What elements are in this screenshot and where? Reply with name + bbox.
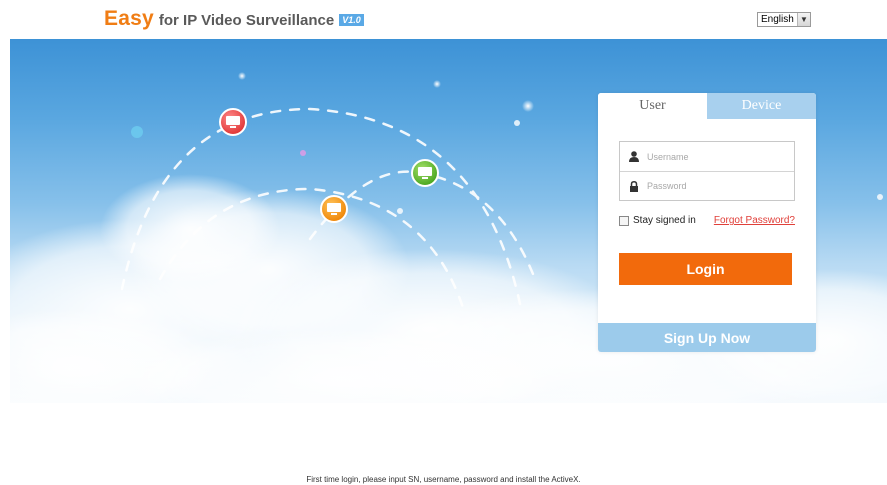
login-page: Easy for IP Video Surveillance V1.0 Engl… <box>0 0 887 485</box>
tab-user[interactable]: User <box>598 93 707 119</box>
password-row <box>620 171 794 200</box>
logo-title: for IP Video Surveillance <box>158 12 335 29</box>
logo: Easy for IP Video Surveillance V1.0 <box>104 7 364 31</box>
login-tabs: User Device <box>598 93 816 119</box>
login-button[interactable]: Login <box>619 253 792 285</box>
header: Easy for IP Video Surveillance V1.0 Engl… <box>0 0 887 38</box>
user-icon <box>628 151 640 163</box>
language-select[interactable]: English ▼ <box>757 12 811 27</box>
language-value: English <box>761 14 794 25</box>
stay-signed-in-label: Stay signed in <box>633 215 696 226</box>
password-input[interactable] <box>647 181 787 191</box>
logo-easy: Easy <box>104 7 154 30</box>
tab-device[interactable]: Device <box>707 93 816 119</box>
username-input[interactable] <box>647 151 787 162</box>
monitor-icon-red <box>219 108 247 136</box>
chevron-down-icon[interactable]: ▼ <box>797 13 810 26</box>
monitor-icon-green <box>411 159 439 187</box>
forgot-password-link[interactable]: Forgot Password? <box>714 215 795 226</box>
lock-icon <box>628 180 640 192</box>
stay-signed-in-checkbox[interactable] <box>619 215 629 226</box>
version-badge: V1.0 <box>339 14 364 26</box>
stay-signed-in[interactable]: Stay signed in <box>619 215 696 226</box>
monitor-icon-orange <box>320 195 348 223</box>
footer-note: First time login, please input SN, usern… <box>306 475 581 484</box>
sign-up-button[interactable]: Sign Up Now <box>598 323 816 352</box>
login-panel: User Device Stay signed in Forgot Passwo… <box>598 93 816 352</box>
username-row <box>620 142 794 171</box>
credentials-fields <box>619 141 795 201</box>
